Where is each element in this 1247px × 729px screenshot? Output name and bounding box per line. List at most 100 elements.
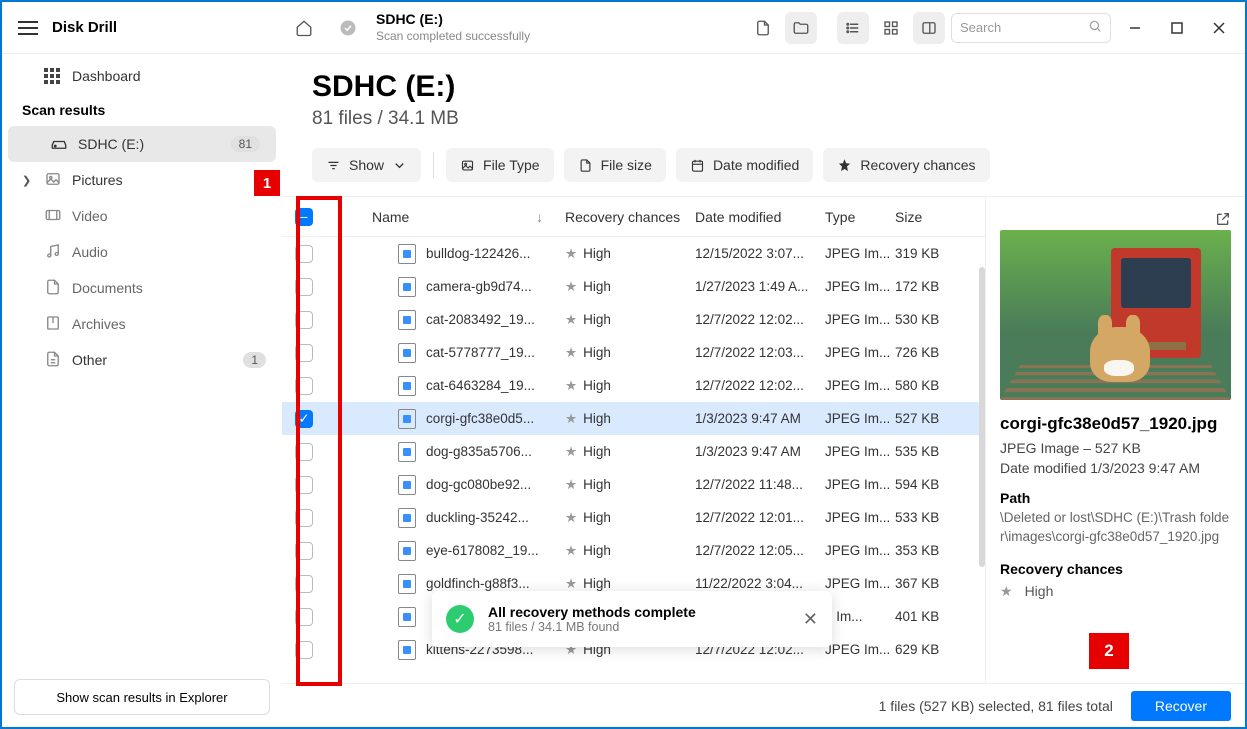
file-type-filter-button[interactable]: File Type [446,148,554,182]
grid-view-icon[interactable] [875,12,907,44]
chevron-down-icon [392,158,407,173]
toast-close-button[interactable]: ✕ [803,609,818,630]
row-checkbox[interactable] [295,245,313,263]
other-icon [44,350,62,371]
col-name[interactable]: Name↓ [326,209,565,225]
file-type: JPEG Im... [825,246,895,261]
filter-bar: Show File Type File size Date modified R… [282,138,1245,197]
detail-path: \Deleted or lost\SDHC (E:)\Trash folder\… [1000,509,1231,547]
row-checkbox[interactable] [295,542,313,560]
date-modified-filter-button[interactable]: Date modified [676,148,813,182]
table-header: − Name↓ Recovery chances Date modified T… [282,197,985,237]
sort-arrow-icon: ↓ [536,209,543,225]
sidebar-item-video[interactable]: Video [2,198,282,234]
file-date: 12/7/2022 12:01... [695,510,825,525]
breadcrumb-subtitle: Scan completed successfully [376,29,530,44]
file-icon [398,574,416,594]
file-size: 530 KB [895,312,985,327]
sidebar-item-dashboard[interactable]: Dashboard [2,58,282,94]
row-checkbox[interactable] [295,509,313,527]
dashboard-icon [44,68,60,84]
menu-button[interactable] [18,18,38,38]
table-row[interactable]: camera-gb9d74...★High1/27/2023 1:49 A...… [282,270,985,303]
table-row[interactable]: dog-g835a5706...★High1/3/2023 9:47 AMJPE… [282,435,985,468]
file-type: JPEG Im... [825,378,895,393]
table-row[interactable]: bulldog-122426...★High12/15/2022 3:07...… [282,237,985,270]
file-name: eye-6178082_19... [426,543,539,558]
minimize-button[interactable] [1117,13,1153,43]
file-date: 1/3/2023 9:47 AM [695,444,825,459]
recover-button[interactable]: Recover [1131,691,1231,721]
row-checkbox[interactable] [295,476,313,494]
col-type[interactable]: Type [825,209,895,225]
sidebar-item-other[interactable]: Other1 [2,342,282,378]
table-row[interactable]: dog-gc080be92...★High12/7/2022 11:48...J… [282,468,985,501]
file-icon[interactable] [747,12,779,44]
table-row[interactable]: cat-5778777_19...★High12/7/2022 12:03...… [282,336,985,369]
file-size: 533 KB [895,510,985,525]
row-checkbox[interactable] [295,608,313,626]
topbar-right: Search [747,12,1237,44]
image-icon [44,170,62,191]
file-size: 726 KB [895,345,985,360]
table-row[interactable]: duckling-35242...★High12/7/2022 12:01...… [282,501,985,534]
file-size-filter-button[interactable]: File size [564,148,666,182]
row-checkbox[interactable] [295,641,313,659]
file-name: goldfinch-g88f3... [426,576,530,591]
row-checkbox[interactable]: ✓ [295,410,313,428]
row-checkbox[interactable] [295,575,313,593]
file-type: JPEG Im... [825,411,895,426]
home-icon[interactable] [288,12,320,44]
file-date: 12/7/2022 11:48... [695,477,825,492]
row-checkbox[interactable] [295,311,313,329]
table-row[interactable]: cat-2083492_19...★High12/7/2022 12:02...… [282,303,985,336]
annotation-marker-1: 1 [254,170,280,196]
file-size: 594 KB [895,477,985,492]
folder-icon[interactable] [785,12,817,44]
recovery-chances-filter-button[interactable]: Recovery chances [823,148,989,182]
sidebar: Dashboard Scan results SDHC (E:) 81 ❯Pic… [2,54,282,727]
table-row[interactable]: cat-6463284_19...★High12/7/2022 12:02...… [282,369,985,402]
heading: SDHC (E:) 81 files / 34.1 MB [282,54,1245,138]
sidebar-item-pictures[interactable]: ❯Pictures [2,162,282,198]
maximize-button[interactable] [1159,13,1195,43]
detail-path-label: Path [1000,490,1231,506]
scrollbar-thumb[interactable] [979,267,985,567]
col-chance[interactable]: Recovery chances [565,209,695,225]
col-date[interactable]: Date modified [695,209,825,225]
table-row[interactable]: ✓corgi-gfc38e0d5...★High1/3/2023 9:47 AM… [282,402,985,435]
row-checkbox[interactable] [295,278,313,296]
star-icon: ★ [565,543,577,558]
show-filter-button[interactable]: Show [312,148,421,182]
sidebar-item-documents[interactable]: Documents [2,270,282,306]
audio-icon [44,242,62,263]
file-type: JPEG Im... [825,543,895,558]
doc-icon [44,278,62,299]
topbar-main: SDHC (E:) Scan completed successfully Se… [288,11,1237,44]
popout-icon[interactable] [1215,211,1231,230]
show-in-explorer-button[interactable]: Show scan results in Explorer [14,679,270,715]
sidebar-item-audio[interactable]: Audio [2,234,282,270]
file-type: JPEG Im... [825,477,895,492]
file-icon [398,376,416,396]
col-size[interactable]: Size [895,209,985,225]
panel-view-icon[interactable] [913,12,945,44]
file-type: JPEG Im... [825,444,895,459]
select-all-checkbox[interactable]: − [295,208,313,226]
close-button[interactable] [1201,13,1237,43]
file-icon [398,541,416,561]
star-icon: ★ [1000,583,1013,600]
footer: 1 files (527 KB) selected, 81 files tota… [282,683,1245,727]
sidebar-item-drive[interactable]: SDHC (E:) 81 [8,126,276,162]
row-checkbox[interactable] [295,344,313,362]
table-row[interactable]: eye-6178082_19...★High12/7/2022 12:05...… [282,534,985,567]
toast-title: All recovery methods complete [488,604,696,620]
row-checkbox[interactable] [295,377,313,395]
page-subtitle: 81 files / 34.1 MB [312,108,1215,130]
star-icon: ★ [565,477,577,492]
sidebar-item-archives[interactable]: Archives [2,306,282,342]
list-view-icon[interactable] [837,12,869,44]
search-input[interactable]: Search [951,13,1111,43]
row-checkbox[interactable] [295,443,313,461]
star-icon: ★ [565,411,577,426]
